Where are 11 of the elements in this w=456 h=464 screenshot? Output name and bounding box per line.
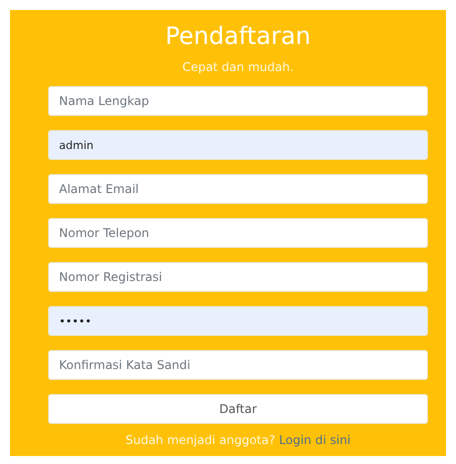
login-prompt: Sudah menjadi anggota? Login di sini — [125, 433, 351, 447]
input-field[interactable]: Nomor Registrasi — [48, 262, 428, 292]
form-subtitle: Cepat dan mudah. — [182, 60, 294, 74]
input-field[interactable]: Nomor Telepon — [48, 218, 428, 248]
input-field[interactable]: Alamat Email — [48, 174, 428, 204]
submit-button[interactable]: Daftar — [48, 394, 428, 424]
input-field[interactable]: ••••• — [48, 306, 428, 336]
input-field[interactable]: Nama Lengkap — [48, 86, 428, 116]
input-field[interactable]: Konfirmasi Kata Sandi — [48, 350, 428, 380]
input-field[interactable]: admin — [48, 130, 428, 160]
form-title: Pendaftaran — [165, 21, 311, 52]
